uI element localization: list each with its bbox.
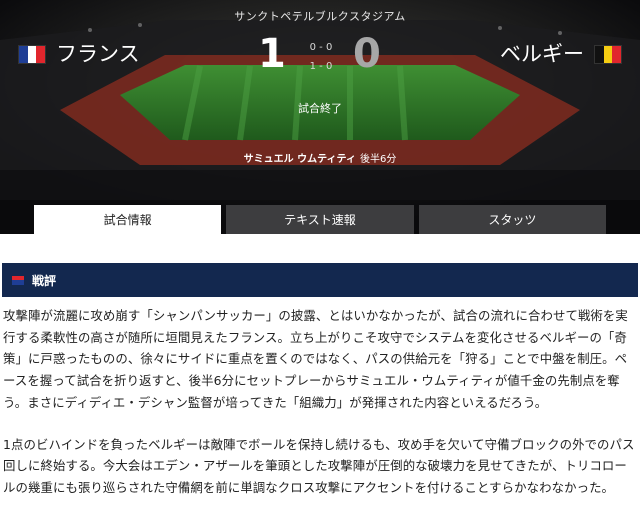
tab-stats[interactable]: スタッツ (418, 205, 606, 234)
france-flag-icon (18, 45, 46, 64)
tab-live-text[interactable]: テキスト速報 (226, 205, 414, 234)
half-scores: 0 - 0 1 - 0 (301, 38, 341, 76)
stadium-background (0, 0, 640, 234)
venue-name: サンクトペテルブルクスタジアム (234, 10, 406, 23)
away-score: 0 (353, 31, 381, 77)
match-report: 攻撃陣が流麗に攻め崩す「シャンパンサッカー」の披露、とはいかなかったが、試合の流… (3, 305, 637, 519)
match-status: 試合終了 (298, 102, 342, 115)
goal-scorer: サミュエル ウムティティ 後半6分 (0, 150, 640, 165)
home-team-name[interactable]: フランス (56, 40, 140, 68)
scorer-name: サミュエル ウムティティ (243, 154, 356, 165)
section-title: 戦評 (32, 273, 57, 288)
second-half-score: 1 - 0 (309, 61, 333, 72)
match-tabs: 試合情報 テキスト速報 スタッツ (34, 205, 606, 234)
section-header: 戦評 (2, 263, 638, 297)
belgium-flag-icon (594, 45, 622, 64)
first-half-score: 0 - 0 (309, 42, 333, 53)
away-team-name[interactable]: ベルギー (500, 40, 584, 68)
section-flag-icon (12, 275, 24, 285)
scorer-minute: 後半6分 (359, 154, 397, 165)
home-score: 1 (258, 31, 286, 77)
report-paragraph: 攻撃陣が流麗に攻め崩す「シャンパンサッカー」の披露、とはいかなかったが、試合の流… (3, 308, 628, 410)
tab-match-info[interactable]: 試合情報 (34, 205, 222, 234)
report-paragraph: 1点のビハインドを負ったベルギーは敵陣でボールを保持し続けるも、攻め手を欠いて守… (3, 436, 635, 495)
match-header: サンクトペテルブルクスタジアム フランス 1 0 - 0 1 - 0 0 ベルギ… (0, 0, 640, 234)
